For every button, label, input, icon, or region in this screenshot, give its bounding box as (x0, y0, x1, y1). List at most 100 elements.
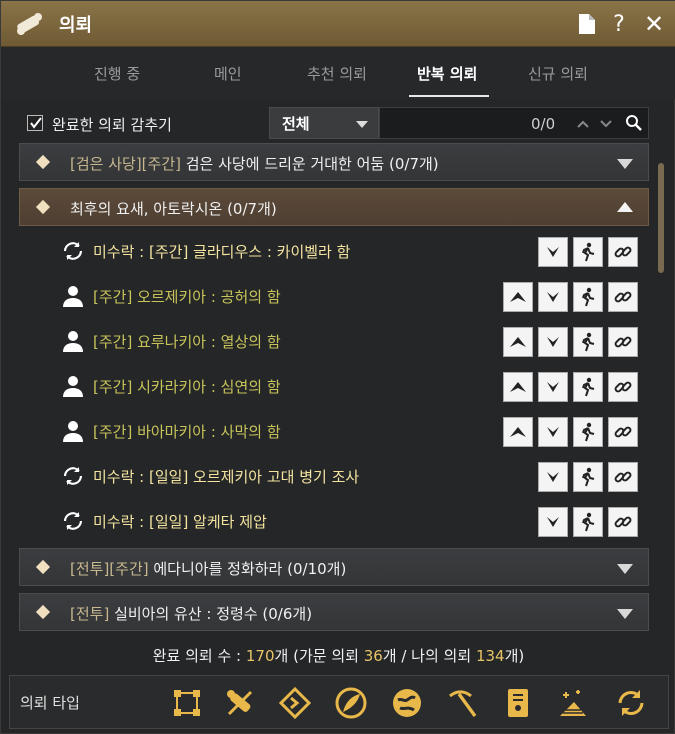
link-button[interactable] (608, 462, 638, 492)
auto-navigate-button[interactable] (573, 282, 603, 312)
move-down-button[interactable] (538, 507, 568, 537)
auto-navigate-button[interactable] (573, 507, 603, 537)
quest-group-black-shrine[interactable]: [검은 사당][주간] 검은 사당에 드리운 거대한 어둠 (0/7개) (19, 143, 649, 181)
quest-row[interactable]: [주간] 바아마키아 : 사막의 함 (19, 409, 649, 453)
help-icon[interactable]: ? (605, 10, 633, 38)
quest-list: [검은 사당][주간] 검은 사당에 드리운 거대한 어둠 (0/7개) 최후의… (19, 143, 651, 633)
category-select-value: 전체 (282, 115, 310, 133)
auto-navigate-button[interactable] (573, 417, 603, 447)
quest-group-silvia[interactable]: [전투] 실비아의 유산 : 정령수 (0/6개) (19, 593, 649, 631)
sparkle-hill-icon[interactable] (556, 686, 590, 720)
quest-row[interactable]: [주간] 요루나키아 : 열상의 함 (19, 319, 649, 363)
quest-row[interactable]: 미수락 : [주간] 글라디우스 : 카이벨라 함 (19, 229, 649, 273)
up-icon (510, 292, 526, 302)
down-icon (547, 292, 559, 302)
link-button[interactable] (608, 327, 638, 357)
group-title: [전투][주간] 에다니아를 정화하라 (0/10개) (70, 560, 347, 578)
move-up-button[interactable] (503, 327, 533, 357)
quest-title: 미수락 : [일일] 오르제키아 고대 병기 조사 (93, 468, 360, 486)
hide-completed-label[interactable]: 완료한 의뢰 감추기 (52, 114, 172, 135)
auto-navigate-button[interactable] (573, 462, 603, 492)
tab-bar: 진행 중 메인 추천 의뢰 반복 의뢰 신규 의뢰 (1, 47, 675, 99)
category-select[interactable]: 전체 (269, 107, 379, 139)
move-up-button[interactable] (503, 372, 533, 402)
diamond-icon (35, 199, 51, 215)
diamond-arrow-icon[interactable] (278, 686, 312, 720)
move-down-button[interactable] (538, 327, 568, 357)
hide-completed-checkbox[interactable] (27, 115, 43, 131)
next-result-icon[interactable] (599, 117, 613, 131)
title-bar[interactable]: 의뢰 ? ✕ (1, 1, 675, 47)
move-up-button[interactable] (503, 282, 533, 312)
repeat-icon (63, 512, 83, 530)
expand-arrow-icon[interactable] (617, 564, 633, 574)
link-button[interactable] (608, 237, 638, 267)
quest-window: 의뢰 ? ✕ 진행 중 메인 추천 의뢰 반복 의뢰 신규 의뢰 완료한 의뢰 … (0, 0, 675, 734)
link-button[interactable] (608, 372, 638, 402)
diamond-icon (35, 154, 51, 170)
link-icon (614, 516, 632, 528)
person-icon (63, 421, 83, 442)
down-icon (547, 382, 559, 392)
completed-summary: 완료 의뢰 수 : 170개 (가문 의뢰 36개 / 나의 의뢰 134개) (152, 647, 525, 665)
down-icon (547, 472, 559, 482)
quest-title: 미수락 : [일일] 알케타 제압 (93, 513, 267, 531)
book-icon[interactable] (501, 686, 535, 720)
expand-arrow-icon[interactable] (617, 609, 633, 619)
list-scrollbar[interactable] (658, 163, 664, 273)
collapse-arrow-icon[interactable] (617, 202, 633, 212)
quest-group-atoraxion[interactable]: 최후의 요새, 아토락시온 (0/7개) (19, 188, 649, 226)
nodes-icon[interactable] (170, 686, 204, 720)
walk-icon (582, 242, 595, 262)
auto-navigate-button[interactable] (573, 237, 603, 267)
cycle-icon[interactable] (614, 686, 648, 720)
walk-icon (582, 512, 595, 532)
group-title: [전투] 실비아의 유산 : 정령수 (0/6개) (70, 605, 313, 623)
quest-row[interactable]: 미수락 : [일일] 오르제키아 고대 병기 조사 (19, 454, 649, 498)
quest-row[interactable]: [주간] 시카라키아 : 심연의 함 (19, 364, 649, 408)
move-up-button[interactable] (503, 417, 533, 447)
prev-result-icon[interactable] (576, 117, 590, 131)
quest-type-bar: 의뢰 타입 (9, 675, 669, 729)
move-down-button[interactable] (538, 462, 568, 492)
auto-navigate-button[interactable] (573, 327, 603, 357)
quest-row[interactable]: 미수락 : [일일] 알케타 제압 (19, 499, 649, 543)
quest-group-edania[interactable]: [전투][주간] 에다니아를 정화하라 (0/10개) (19, 548, 649, 586)
globe-icon[interactable] (390, 686, 424, 720)
close-icon[interactable]: ✕ (640, 10, 668, 38)
scroll-tools-icon[interactable] (223, 686, 257, 720)
tab-new[interactable]: 신규 의뢰 (528, 63, 588, 84)
link-icon (614, 336, 632, 348)
quest-title: 미수락 : [주간] 글라디우스 : 카이벨라 함 (93, 243, 351, 261)
up-icon (510, 427, 526, 437)
pickaxe-icon[interactable] (445, 686, 479, 720)
document-icon[interactable] (573, 10, 601, 38)
quest-row[interactable]: [주간] 오르제키아 : 공허의 함 (19, 274, 649, 318)
group-title: 최후의 요새, 아토락시온 (0/7개) (70, 200, 277, 218)
walk-icon (582, 332, 595, 352)
move-down-button[interactable] (538, 372, 568, 402)
move-down-button[interactable] (538, 417, 568, 447)
move-down-button[interactable] (538, 237, 568, 267)
checkmark-icon (30, 117, 42, 129)
tab-main[interactable]: 메인 (214, 63, 242, 84)
link-icon (614, 246, 632, 258)
link-button[interactable] (608, 417, 638, 447)
auto-navigate-button[interactable] (573, 372, 603, 402)
quest-title: [주간] 시카라키아 : 심연의 함 (93, 378, 281, 396)
tab-recommended[interactable]: 추천 의뢰 (307, 63, 367, 84)
link-button[interactable] (608, 507, 638, 537)
search-icon[interactable] (625, 114, 643, 132)
walk-icon (582, 377, 595, 397)
move-down-button[interactable] (538, 282, 568, 312)
feather-icon[interactable] (334, 686, 368, 720)
walk-icon (582, 467, 595, 487)
link-button[interactable] (608, 282, 638, 312)
down-icon (547, 337, 559, 347)
person-icon (63, 331, 83, 352)
group-title: [검은 사당][주간] 검은 사당에 드리운 거대한 어둠 (0/7개) (70, 155, 439, 173)
tab-in-progress[interactable]: 진행 중 (94, 63, 140, 84)
expand-arrow-icon[interactable] (617, 159, 633, 169)
up-icon (510, 382, 526, 392)
tab-repeat[interactable]: 반복 의뢰 (417, 63, 477, 84)
